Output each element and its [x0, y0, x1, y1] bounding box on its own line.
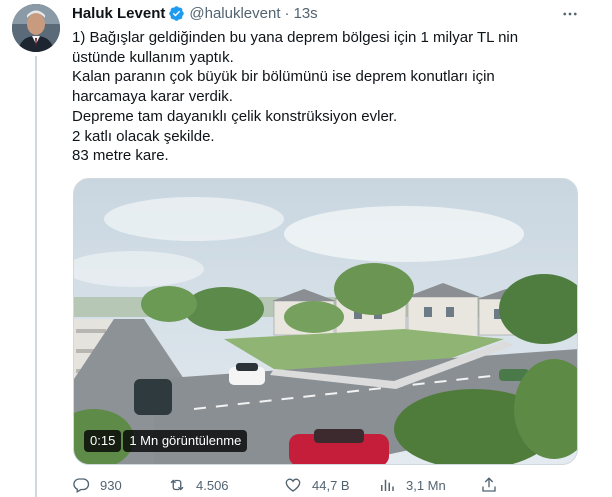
handle[interactable]: @haluklevent: [189, 5, 280, 22]
tweet-text-line: 2 katlı olacak şekilde.: [72, 127, 215, 145]
tweet-text-line: 83 metre kare.: [72, 147, 169, 165]
tweet-header: Haluk Levent @haluklevent · 13s: [72, 3, 318, 23]
tweet-text-line: 1) Bağışlar geldiğinden bu yana deprem b…: [72, 29, 519, 46]
share-button[interactable]: [480, 474, 498, 496]
avatar[interactable]: [12, 4, 60, 52]
video-player[interactable]: [73, 178, 578, 465]
tweet-text: 1) Bağışlar geldiğinden bu yana deprem b…: [72, 28, 592, 166]
timestamp[interactable]: 13s: [294, 5, 318, 22]
tweet-text-line: Kalan paranın çok büyük bir bölümünü ise…: [72, 68, 495, 86]
separator-dot: ·: [284, 4, 290, 22]
verified-badge-icon: [168, 5, 185, 22]
tweet-text-line: Depreme tam dayanıklı çelik konstrüksiyo…: [72, 107, 398, 125]
more-dots-icon[interactable]: [560, 4, 580, 24]
thread-line: [35, 56, 37, 497]
video-overlay: 0:15 1 Mn görüntülenme: [84, 430, 248, 452]
retweet-button[interactable]: 4.506: [168, 474, 229, 496]
like-count: 44,7 B: [312, 477, 350, 493]
reply-icon: [72, 476, 90, 494]
share-icon: [480, 476, 498, 494]
like-button[interactable]: 44,7 B: [284, 474, 350, 496]
retweet-count: 4.506: [196, 477, 229, 493]
reply-count: 930: [100, 477, 122, 493]
bar-chart-icon: [378, 476, 396, 494]
retweet-icon: [168, 476, 186, 494]
reply-button[interactable]: 930: [72, 474, 122, 496]
display-name[interactable]: Haluk Levent: [72, 5, 165, 22]
heart-icon: [284, 476, 302, 494]
tweet[interactable]: Haluk Levent @haluklevent · 13s 1) Bağış…: [0, 0, 612, 497]
views-button[interactable]: 3,1 Mn: [378, 474, 446, 496]
video-view-count: 1 Mn görüntülenme: [123, 430, 248, 452]
tweet-text-line: üstünde kullanım yaptık.: [72, 48, 234, 66]
action-bar: 930 4.506 44,7 B 3,1 Mn: [72, 474, 512, 496]
video-duration: 0:15: [84, 430, 122, 452]
tweet-text-line: harcamaya karar verdik.: [72, 88, 233, 106]
views-count: 3,1 Mn: [406, 477, 446, 493]
